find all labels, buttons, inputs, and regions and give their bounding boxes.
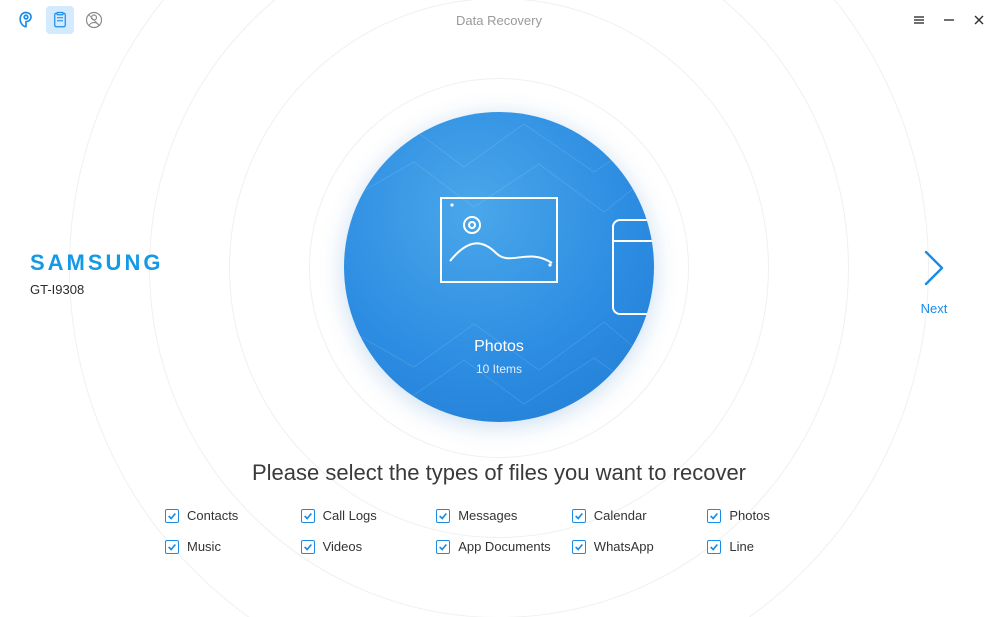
window-controls xyxy=(912,13,986,27)
checkbox-label: Photos xyxy=(729,508,769,523)
carousel-type-count: 10 Items xyxy=(344,362,654,376)
checkbox-music[interactable]: Music xyxy=(165,539,291,554)
checkbox-whatsapp[interactable]: WhatsApp xyxy=(572,539,698,554)
carousel-labels: Photos 10 Items xyxy=(344,338,654,376)
next-button[interactable]: Next xyxy=(920,248,948,316)
checkbox-label: Music xyxy=(187,539,221,554)
checkbox-icon xyxy=(707,540,721,554)
data-recovery-tab-icon[interactable] xyxy=(46,6,74,34)
checkbox-label: Call Logs xyxy=(323,508,377,523)
chevron-right-icon xyxy=(920,248,948,293)
checkbox-call-logs[interactable]: Call Logs xyxy=(301,508,427,523)
checkbox-label: Calendar xyxy=(594,508,647,523)
checkbox-icon xyxy=(707,509,721,523)
backup-tab-icon[interactable] xyxy=(80,6,108,34)
checkbox-line[interactable]: Line xyxy=(707,539,833,554)
checkbox-label: Messages xyxy=(458,508,517,523)
app-logo-icon[interactable] xyxy=(12,6,40,34)
checkbox-icon xyxy=(165,540,179,554)
file-type-checkboxes: Contacts Call Logs Messages Calendar Pho… xyxy=(165,508,833,554)
checkbox-calendar[interactable]: Calendar xyxy=(572,508,698,523)
checkbox-label: Line xyxy=(729,539,754,554)
checkbox-messages[interactable]: Messages xyxy=(436,508,562,523)
checkbox-icon xyxy=(301,540,315,554)
checkbox-icon xyxy=(436,509,450,523)
next-label: Next xyxy=(920,301,948,316)
type-carousel[interactable]: Photos 10 Items xyxy=(344,112,654,422)
checkbox-contacts[interactable]: Contacts xyxy=(165,508,291,523)
carousel-next-peek-icon xyxy=(612,219,654,315)
checkbox-icon xyxy=(572,509,586,523)
checkbox-photos[interactable]: Photos xyxy=(707,508,833,523)
close-button[interactable] xyxy=(972,13,986,27)
device-info: SAMSUNG GT-I9308 xyxy=(30,250,163,297)
checkbox-label: App Documents xyxy=(458,539,551,554)
checkbox-label: Contacts xyxy=(187,508,238,523)
device-model: GT-I9308 xyxy=(30,282,163,297)
checkbox-icon xyxy=(572,540,586,554)
menu-icon[interactable] xyxy=(912,13,926,27)
carousel-type-label: Photos xyxy=(344,338,654,356)
title-bar: Data Recovery xyxy=(0,0,998,40)
instruction-text: Please select the types of files you wan… xyxy=(0,460,998,486)
device-brand: SAMSUNG xyxy=(30,250,163,276)
minimize-button[interactable] xyxy=(942,13,956,27)
checkbox-label: Videos xyxy=(323,539,363,554)
checkbox-icon xyxy=(165,509,179,523)
checkbox-app-documents[interactable]: App Documents xyxy=(436,539,562,554)
title-bar-left xyxy=(0,6,108,34)
checkbox-label: WhatsApp xyxy=(594,539,654,554)
photos-icon xyxy=(440,197,558,283)
checkbox-videos[interactable]: Videos xyxy=(301,539,427,554)
checkbox-icon xyxy=(436,540,450,554)
window-title: Data Recovery xyxy=(456,13,542,28)
checkbox-icon xyxy=(301,509,315,523)
